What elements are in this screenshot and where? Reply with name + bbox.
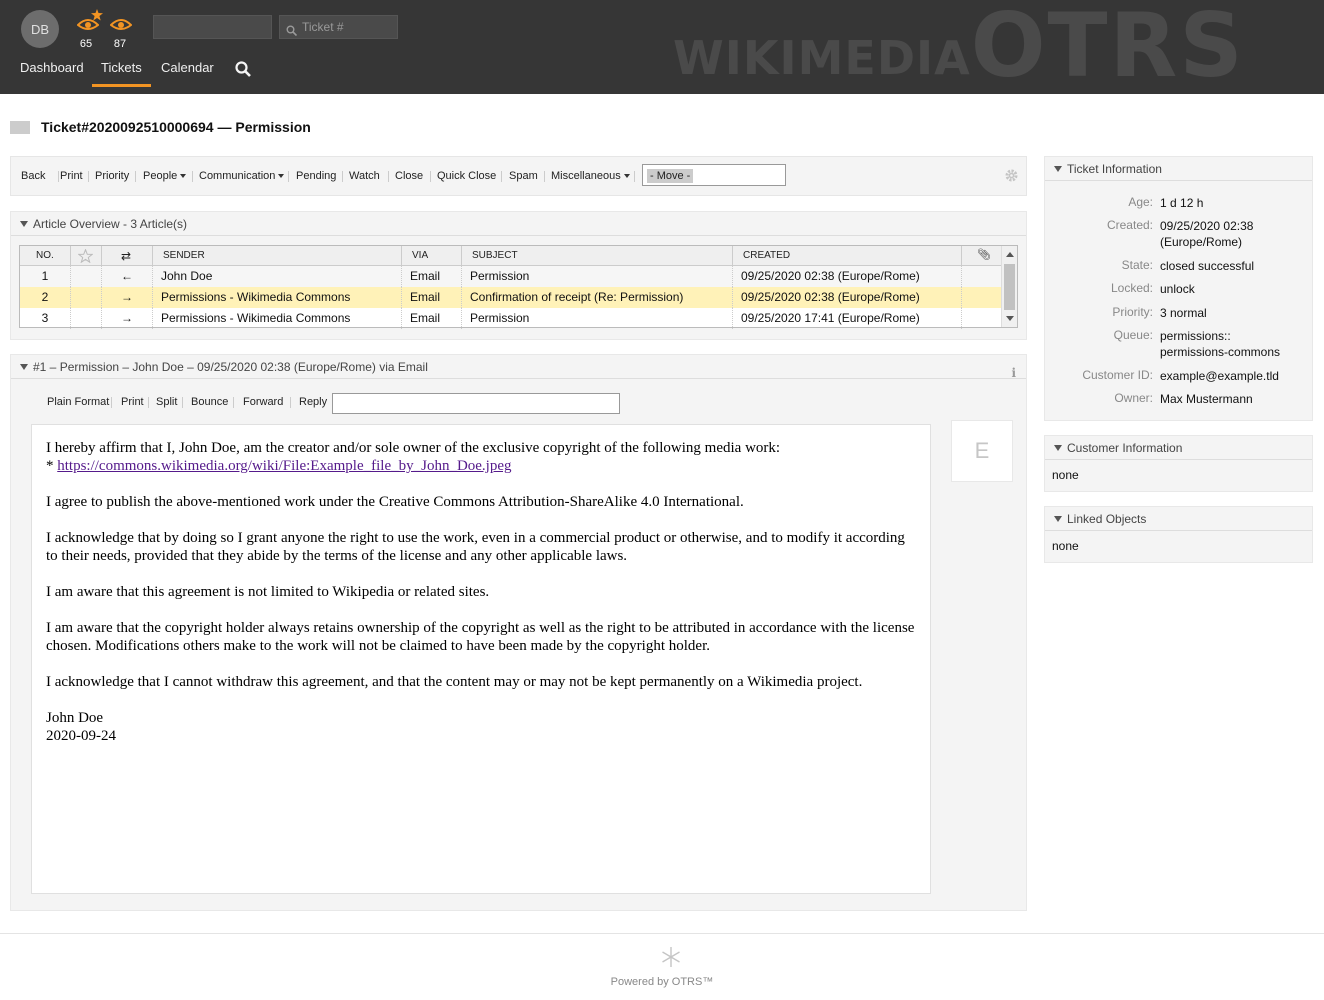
customer-information-widget: Customer Information none	[1044, 435, 1313, 492]
linked-objects-header[interactable]: Linked Objects	[1045, 507, 1312, 531]
customer-information-header[interactable]: Customer Information	[1045, 436, 1312, 460]
collapse-icon	[1054, 445, 1062, 451]
article-bounce[interactable]: Bounce	[191, 396, 228, 408]
locked-value: unlock	[1160, 282, 1195, 296]
action-people[interactable]: People	[143, 170, 187, 182]
ticket-number-search-input[interactable]: Ticket #	[279, 15, 398, 39]
col-direction: ⇄	[102, 246, 153, 266]
escalated-count: 65	[79, 38, 93, 50]
direction-icon: ⇄	[121, 249, 132, 263]
article-print[interactable]: Print	[121, 396, 144, 408]
sender-avatar: E	[951, 420, 1013, 482]
action-spam[interactable]: Spam	[509, 170, 538, 182]
fulltext-search-input[interactable]	[153, 15, 272, 39]
table-row[interactable]: 1 ← John Doe Email Permission 09/25/2020…	[20, 266, 1002, 287]
media-work-link[interactable]: https://commons.wikimedia.org/wiki/File:…	[57, 458, 511, 474]
article-detail-title: #1 – Permission – John Doe – 09/25/2020 …	[33, 360, 428, 374]
table-row[interactable]: 2 → Permissions - Wikimedia Commons Emai…	[20, 287, 1002, 308]
article-forward[interactable]: Forward	[243, 396, 283, 408]
wikimedia-otrs-logo: WIKIMEDIAOTRS	[673, 0, 1245, 97]
col-sender[interactable]: SENDER	[153, 246, 402, 266]
scroll-up-icon	[1006, 252, 1014, 257]
user-avatar[interactable]: DB	[21, 10, 59, 48]
search-icon	[286, 21, 298, 43]
article-detail-header[interactable]: #1 – Permission – John Doe – 09/25/2020 …	[11, 355, 1026, 380]
col-number[interactable]: NO.	[20, 246, 71, 266]
article-body-text: I hereby affirm that I, John Doe, am the…	[46, 440, 915, 744]
action-pending[interactable]: Pending	[296, 170, 336, 182]
table-scrollbar[interactable]	[1001, 246, 1017, 327]
priority-value: 3 normal	[1160, 306, 1207, 320]
watched-tickets-icon[interactable]	[110, 16, 132, 32]
move-select-placeholder: - Move -	[647, 169, 694, 183]
col-subject[interactable]: SUBJECT	[462, 246, 733, 266]
col-created[interactable]: CREATED	[733, 246, 962, 266]
article-detail-widget: #1 – Permission – John Doe – 09/25/2020 …	[10, 354, 1027, 911]
page-title: Ticket#2020092510000694 — Permission	[41, 119, 311, 135]
star-badge-icon	[91, 9, 103, 24]
outgoing-arrow-icon: →	[102, 308, 153, 329]
gear-icon[interactable]	[1005, 169, 1018, 185]
top-header: DB 65 87 Ticket # Dashboard Tickets Cale…	[0, 0, 1324, 94]
owner-value: Max Mustermann	[1160, 392, 1253, 406]
article-plain-format[interactable]: Plain Format	[47, 396, 109, 408]
col-via[interactable]: VIA	[402, 246, 462, 266]
ticket-priority-indicator	[10, 121, 30, 134]
customer-id-value[interactable]: example@example.tld	[1160, 368, 1279, 384]
incoming-arrow-icon: ←	[102, 266, 153, 287]
action-miscellaneous[interactable]: Miscellaneous	[551, 170, 630, 182]
action-back[interactable]: Back	[21, 170, 45, 182]
footer-text[interactable]: Powered by OTRS™	[0, 976, 1324, 988]
col-star	[71, 246, 102, 266]
linked-objects-value: none	[1052, 539, 1079, 553]
scroll-down-icon	[1006, 316, 1014, 321]
action-communication[interactable]: Communication	[199, 170, 285, 182]
chevron-down-icon	[623, 174, 630, 179]
article-overview-header[interactable]: Article Overview - 3 Article(s)	[11, 212, 1026, 236]
action-print[interactable]: Print	[60, 170, 83, 182]
action-watch[interactable]: Watch	[349, 170, 380, 182]
created-value: 09/25/2020 02:38 (Europe/Rome)	[1160, 219, 1254, 249]
nav-dashboard[interactable]: Dashboard	[20, 60, 84, 75]
age-value: 1 d 12 h	[1160, 196, 1204, 210]
outgoing-arrow-icon: →	[102, 287, 153, 308]
move-queue-select[interactable]: - Move -	[642, 164, 786, 186]
article-split[interactable]: Split	[156, 396, 177, 408]
nav-search-icon[interactable]	[235, 61, 251, 80]
collapse-icon	[1054, 516, 1062, 522]
action-quick-close[interactable]: Quick Close	[437, 170, 496, 182]
reply-template-select[interactable]	[332, 393, 620, 414]
ticket-action-menu: Back Print Priority People Communication…	[10, 156, 1027, 196]
info-icon[interactable]: i	[1011, 361, 1016, 385]
star-icon	[78, 249, 93, 263]
nav-calendar[interactable]: Calendar	[161, 60, 214, 75]
collapse-icon	[20, 364, 28, 370]
otrs-snowflake-icon	[661, 946, 681, 971]
chevron-down-icon	[278, 174, 285, 179]
footer-divider	[0, 933, 1324, 934]
ticket-information-header[interactable]: Ticket Information	[1045, 157, 1312, 181]
collapse-icon	[1054, 166, 1062, 172]
attachment-icon: 📎︎	[977, 249, 991, 261]
linked-objects-widget: Linked Objects none	[1044, 506, 1313, 563]
collapse-icon	[20, 221, 28, 227]
action-close[interactable]: Close	[395, 170, 423, 182]
article-body: I hereby affirm that I, John Doe, am the…	[31, 424, 931, 894]
article-table: NO. ⇄ SENDER VIA SUBJECT CREATED 📎︎ 1 ← …	[19, 245, 1018, 329]
ticket-information-widget: Ticket Information Age: 1 d 12 h Created…	[1044, 156, 1313, 421]
chevron-down-icon	[180, 174, 187, 179]
table-header: NO. ⇄ SENDER VIA SUBJECT CREATED 📎︎	[20, 246, 1002, 266]
ticket-search-placeholder: Ticket #	[302, 20, 344, 34]
state-value: closed successful	[1160, 259, 1255, 273]
col-attachment: 📎︎	[962, 246, 1002, 266]
nav-tickets[interactable]: Tickets	[92, 60, 151, 87]
article-overview-widget: Article Overview - 3 Article(s) NO. ⇄ SE…	[10, 211, 1027, 340]
watched-count: 87	[113, 38, 127, 50]
action-priority[interactable]: Priority	[95, 170, 129, 182]
table-row[interactable]: 3 → Permissions - Wikimedia Commons Emai…	[20, 308, 1002, 329]
article-overview-title: Article Overview - 3 Article(s)	[33, 217, 188, 231]
queue-value[interactable]: permissions:: permissions-commons	[1160, 328, 1285, 360]
customer-information-value: none	[1052, 468, 1079, 482]
article-reply[interactable]: Reply	[299, 396, 327, 408]
